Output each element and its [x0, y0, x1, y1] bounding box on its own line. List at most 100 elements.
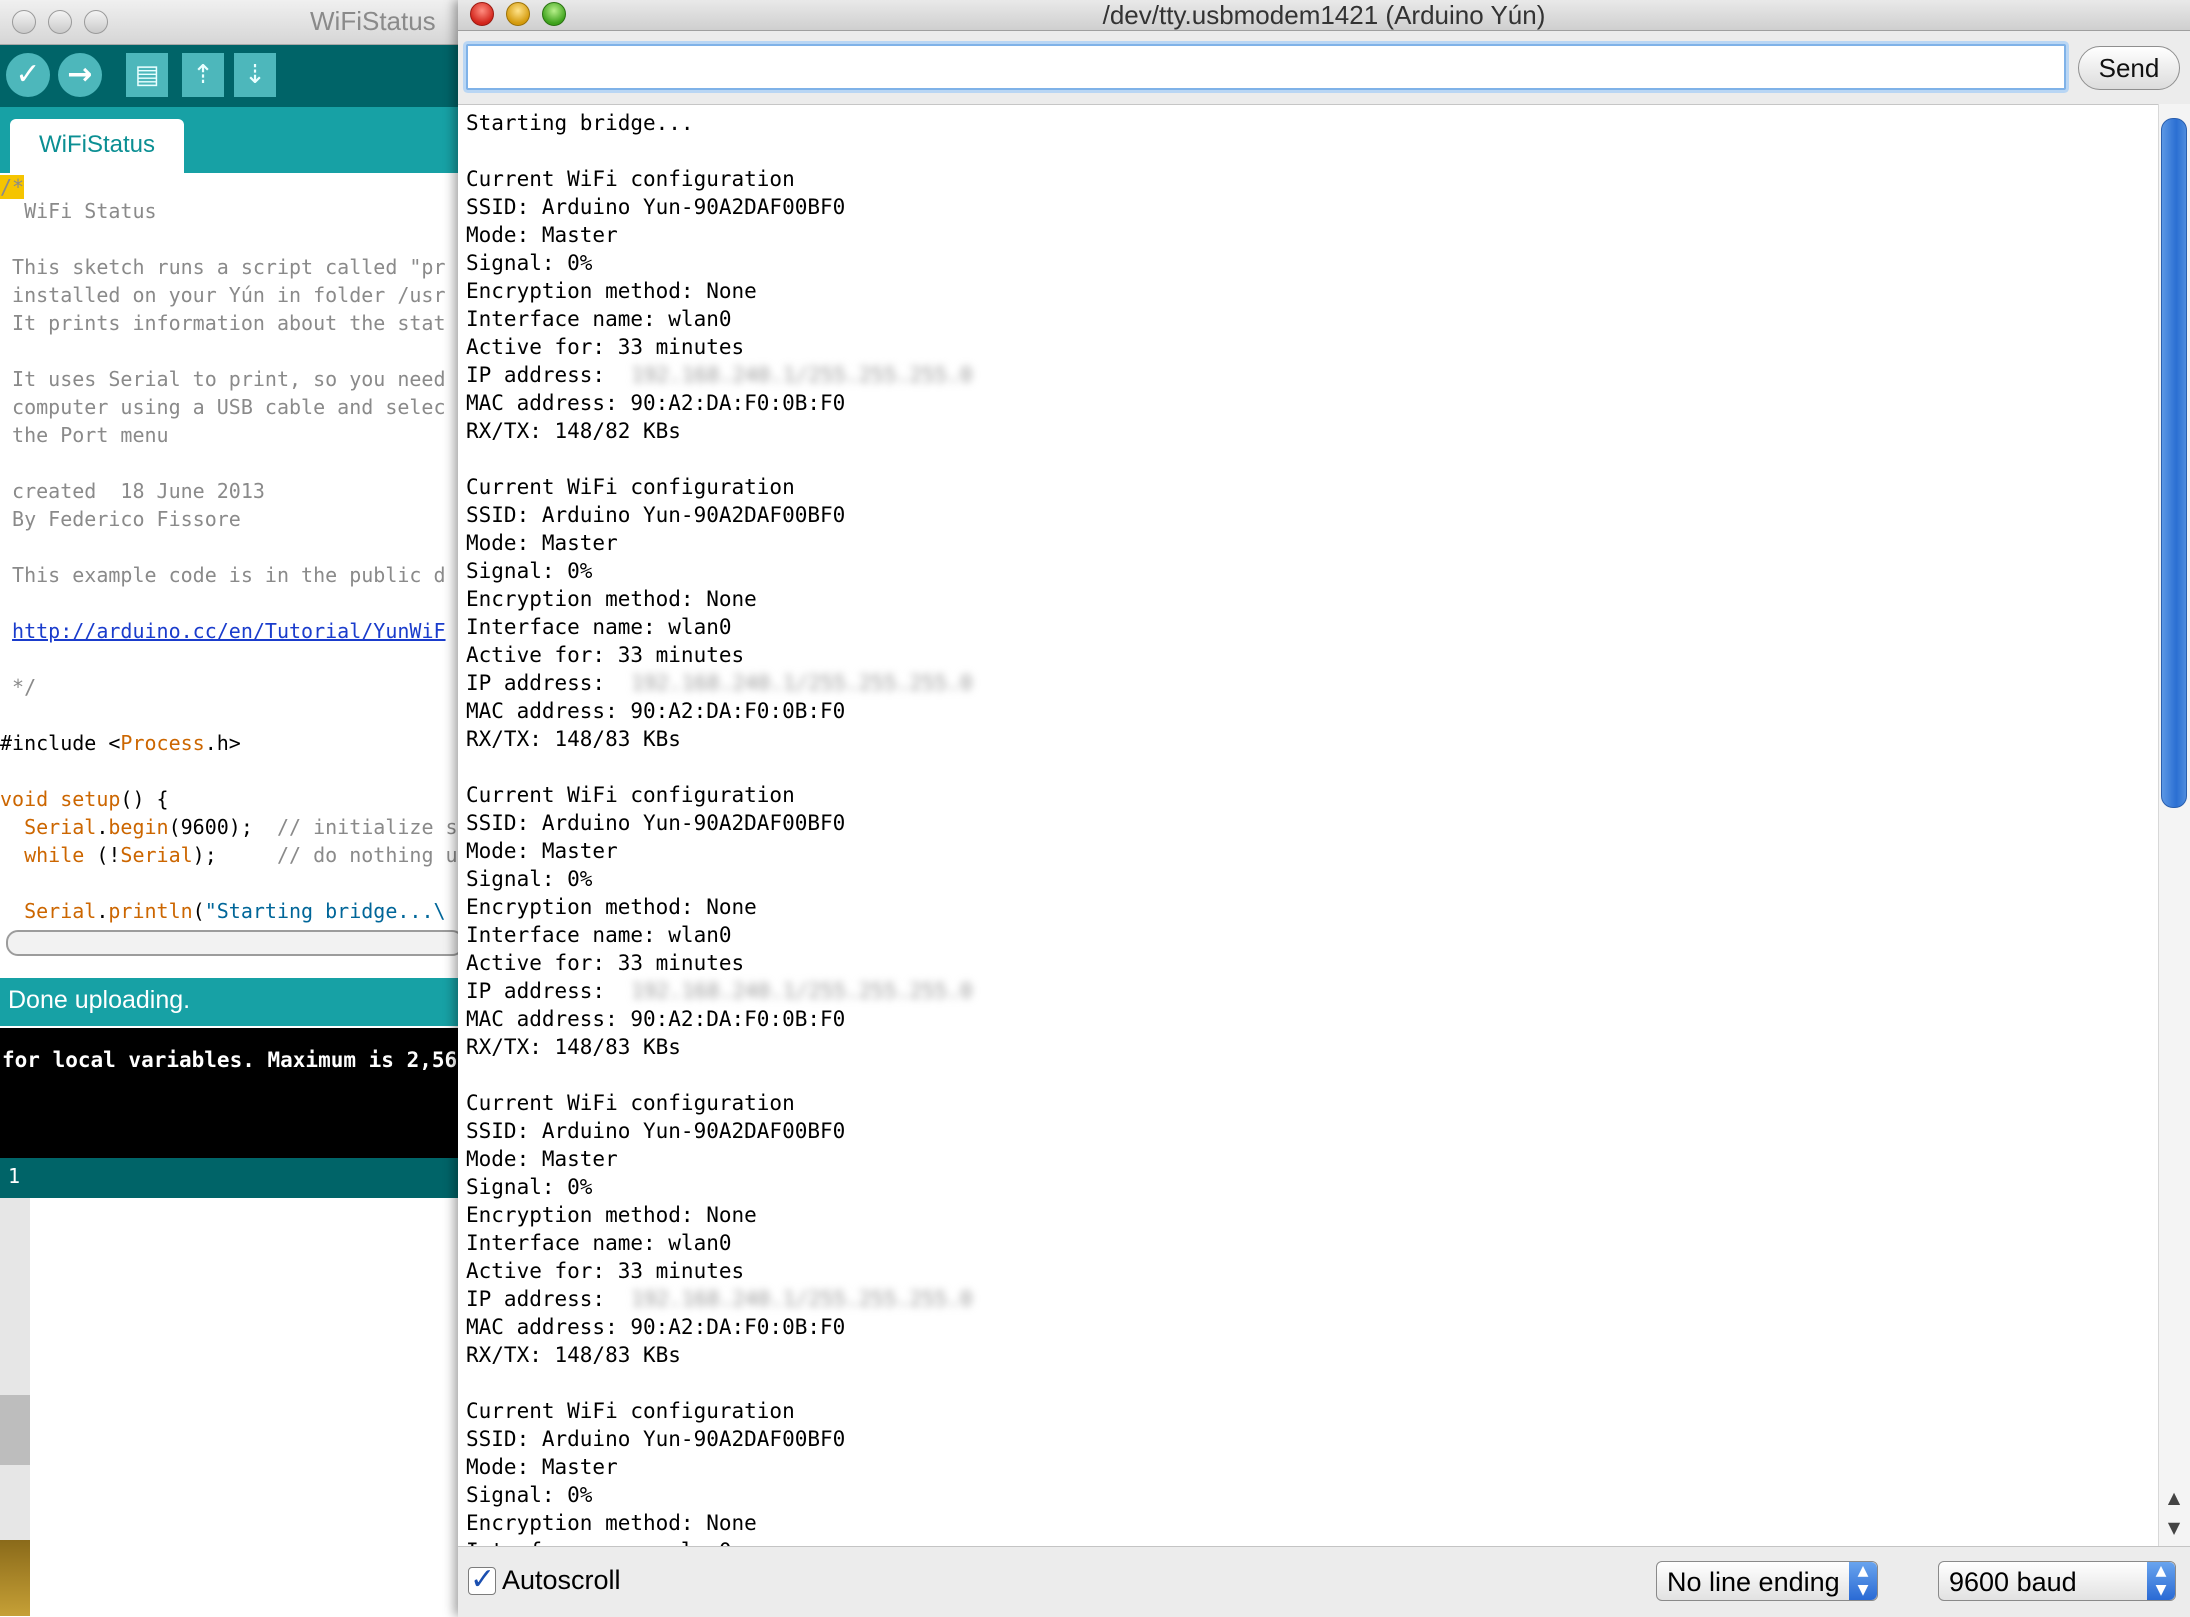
- send-button[interactable]: Send: [2078, 46, 2180, 90]
- ip-address-blurred: 192.168.240.1/255.255.255.0: [631, 1287, 973, 1311]
- code-line: computer using a USB cable and selec: [0, 395, 446, 419]
- serial-output-line: MAC address: 90:A2:DA:F0:0B:F0: [466, 391, 846, 415]
- serial-monitor-title: /dev/tty.usbmodem1421 (Arduino Yún): [1102, 0, 1546, 30]
- code-line: http://arduino.cc/en/Tutorial/YunWiF: [0, 617, 445, 645]
- serial-output-line: SSID: Arduino Yun-90A2DAF00BF0: [466, 503, 846, 527]
- serial-output-line: Current WiFi configuration: [466, 1091, 795, 1115]
- serial-output-line: Active for: 33 minutes: [466, 951, 745, 975]
- new-icon[interactable]: ▤: [126, 53, 168, 97]
- serial-output-line: Encryption method: None: [466, 1511, 757, 1535]
- serial-output-line: IP address:: [466, 979, 618, 1003]
- serial-output-line: Interface name: wlan0: [466, 307, 732, 331]
- code-line: created 18 June 2013: [0, 479, 265, 503]
- scroll-up-arrow-icon[interactable]: ▲: [2162, 1486, 2186, 1510]
- ide-close-button[interactable]: [12, 10, 36, 34]
- code-token: println: [108, 899, 193, 923]
- code-line: the Port menu: [0, 423, 169, 447]
- serial-output-line: RX/TX: 148/83 KBs: [466, 1035, 681, 1059]
- ip-address-blurred: 192.168.240.1/255.255.255.0: [631, 979, 973, 1003]
- serial-output-line: Encryption method: None: [466, 587, 757, 611]
- code-token: void: [0, 787, 49, 811]
- serial-output-line: Signal: 0%: [466, 251, 593, 275]
- baud-rate-select[interactable]: 9600 baud ▲ ▼: [1938, 1561, 2176, 1601]
- code-token: .h>: [204, 731, 241, 755]
- baud-rate-value: 9600 baud: [1949, 1567, 2077, 1597]
- code-line: It prints information about the stat: [0, 311, 446, 335]
- serial-output-line: Current WiFi configuration: [466, 167, 795, 191]
- serial-output-line: Starting bridge...: [466, 111, 694, 135]
- ip-address-blurred: 192.168.240.1/255.255.255.0: [631, 363, 973, 387]
- autoscroll-checkbox[interactable]: ✓: [468, 1562, 496, 1597]
- code-token: (: [192, 899, 205, 923]
- desktop-background-stripe: [0, 1395, 30, 1465]
- editor-horizontal-scrollbar[interactable]: [6, 930, 460, 956]
- code-token: // do nothing u: [276, 843, 458, 867]
- serial-output-line: RX/TX: 148/83 KBs: [466, 1343, 681, 1367]
- code-token: Serial: [120, 843, 193, 867]
- code-token: "Starting bridge...\: [204, 899, 446, 923]
- scrollbar-thumb[interactable]: [2161, 118, 2187, 808]
- serial-output-line: Mode: Master: [466, 531, 618, 555]
- ide-tabbar: WiFiStatus: [0, 107, 460, 173]
- serial-output-line: IP address:: [466, 363, 618, 387]
- code-token: Serial: [0, 815, 97, 839]
- serial-output-line: Current WiFi configuration: [466, 783, 795, 807]
- select-stepper-icon: ▲ ▼: [1849, 1562, 1877, 1600]
- serial-output-line: MAC address: 90:A2:DA:F0:0B:F0: [466, 699, 846, 723]
- code-line: This sketch runs a script called "pr: [0, 255, 446, 279]
- serial-output-line: Current WiFi configuration: [466, 475, 795, 499]
- serial-output-line: Mode: Master: [466, 223, 618, 247]
- code-line: By Federico Fissore: [0, 507, 241, 531]
- serial-input-field[interactable]: [466, 44, 2066, 90]
- zoom-button[interactable]: [542, 2, 566, 26]
- comment-token: /*: [0, 175, 25, 199]
- ide-titlebar: WiFiStatus: [0, 0, 460, 45]
- ide-footer: 1: [0, 1158, 460, 1198]
- line-ending-select[interactable]: No line ending ▲ ▼: [1656, 1561, 1878, 1601]
- save-icon[interactable]: ⇣: [234, 53, 276, 97]
- minimize-button[interactable]: [506, 2, 530, 26]
- code-line: Serial.println("Starting bridge...\: [0, 897, 446, 925]
- open-icon[interactable]: ⇡: [182, 53, 224, 97]
- code-line: This example code is in the public d: [0, 563, 446, 587]
- code-token: () {: [120, 787, 169, 811]
- upload-icon[interactable]: →: [58, 53, 102, 97]
- serial-output-line: Encryption method: None: [466, 279, 757, 303]
- serial-output-line: RX/TX: 148/82 KBs: [466, 419, 681, 443]
- serial-output-line: Encryption method: None: [466, 895, 757, 919]
- serial-output[interactable]: Starting bridge... Current WiFi configura…: [458, 104, 2158, 1547]
- serial-output-line: Active for: 33 minutes: [466, 643, 745, 667]
- autoscroll-label[interactable]: Autoscroll: [502, 1565, 621, 1596]
- close-button[interactable]: [470, 2, 494, 26]
- serial-output-line: SSID: Arduino Yun-90A2DAF00BF0: [466, 811, 846, 835]
- code-line: while (!Serial); // do nothing u: [0, 841, 458, 869]
- ide-window-title: WiFiStatus: [310, 6, 436, 36]
- serial-output-line: RX/TX: 148/83 KBs: [466, 727, 681, 751]
- serial-output-line: SSID: Arduino Yun-90A2DAF00BF0: [466, 195, 846, 219]
- serial-output-line: Mode: Master: [466, 1455, 618, 1479]
- ide-status-bar: Done uploading.: [0, 978, 460, 1026]
- serial-output-line: MAC address: 90:A2:DA:F0:0B:F0: [466, 1315, 846, 1339]
- scroll-down-arrow-icon[interactable]: ▼: [2162, 1516, 2186, 1540]
- tab-wifistatus[interactable]: WiFiStatus: [10, 119, 184, 173]
- ide-toolbar: ✓ → ▤ ⇡ ⇣: [0, 45, 460, 107]
- code-token: .: [96, 899, 109, 923]
- serial-output-line: Signal: 0%: [466, 1175, 593, 1199]
- code-line: */: [0, 675, 37, 699]
- serial-output-line: Signal: 0%: [466, 559, 593, 583]
- ide-zoom-button[interactable]: [84, 10, 108, 34]
- code-token: while: [0, 843, 85, 867]
- code-editor[interactable]: /* WiFi Status This sketch runs a script…: [0, 173, 460, 928]
- serial-output-line: Signal: 0%: [466, 867, 593, 891]
- ide-window: WiFiStatus ✓ → ▤ ⇡ ⇣ WiFiStatus /* WiFi …: [0, 0, 460, 1616]
- ip-address-blurred: 192.168.240.1/255.255.255.0: [631, 671, 973, 695]
- code-token: // initialize s: [276, 815, 458, 839]
- serial-output-line: Encryption method: None: [466, 1203, 757, 1227]
- serial-monitor-window: /dev/tty.usbmodem1421 (Arduino Yún) Send…: [458, 0, 2190, 1617]
- code-token: begin: [108, 815, 169, 839]
- ide-minimize-button[interactable]: [48, 10, 72, 34]
- serial-output-line: Interface name: wlan0: [466, 615, 732, 639]
- verify-icon[interactable]: ✓: [6, 53, 50, 97]
- tutorial-link[interactable]: http://arduino.cc/en/Tutorial/YunWiF: [12, 619, 445, 643]
- select-stepper-icon: ▲ ▼: [2147, 1562, 2175, 1600]
